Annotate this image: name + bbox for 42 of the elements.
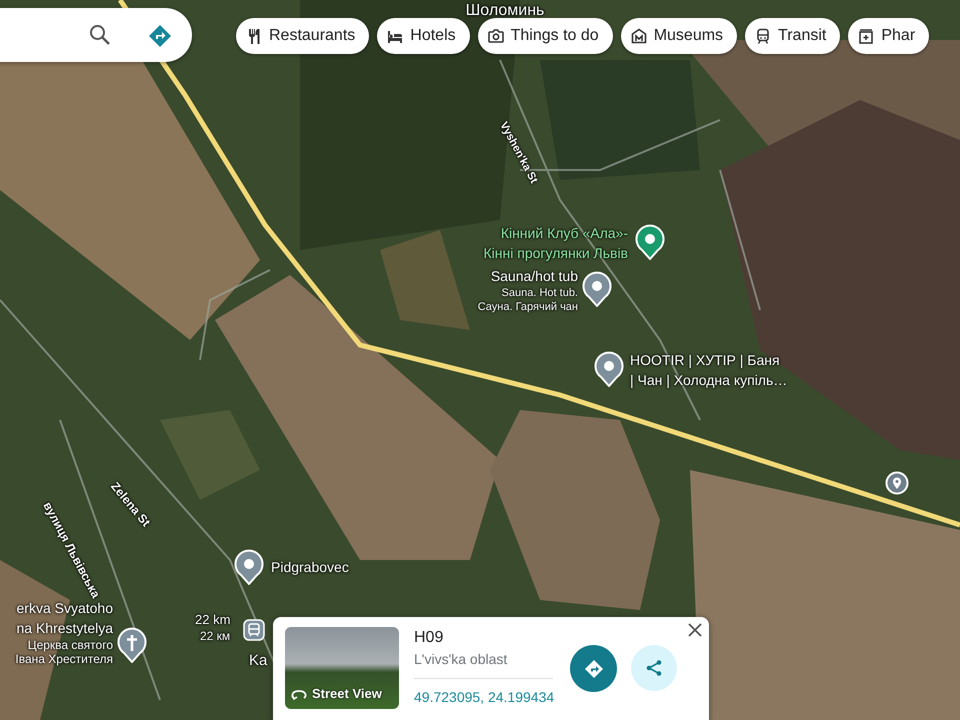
rotate-arrow-icon bbox=[291, 688, 307, 700]
place-title: H09 bbox=[414, 629, 444, 647]
search-icon[interactable] bbox=[89, 24, 111, 46]
place-pin-icon[interactable] bbox=[582, 271, 612, 307]
transit-icon bbox=[755, 28, 772, 44]
church-pin-icon[interactable] bbox=[117, 627, 147, 663]
street-view-button[interactable]: Street View bbox=[291, 686, 382, 701]
place-name[interactable]: Pidgrabovec bbox=[271, 557, 349, 577]
share-icon bbox=[645, 659, 663, 677]
place-details: Церква святого Івана Хрестителя bbox=[15, 638, 113, 666]
restaurant-icon bbox=[246, 28, 262, 44]
distance-label: 22 км bbox=[200, 630, 230, 644]
category-chip[interactable]: Things to do bbox=[478, 18, 613, 54]
distance-label: 22 km bbox=[195, 613, 230, 628]
directions-button[interactable] bbox=[570, 645, 617, 692]
directions-icon[interactable] bbox=[148, 24, 172, 48]
place-name-label: Ka bbox=[249, 652, 268, 670]
place-name[interactable]: erkva Svyatoho na Khrestytelya bbox=[16, 598, 113, 638]
category-chip[interactable]: Phar bbox=[848, 18, 930, 54]
category-chip[interactable]: Restaurants bbox=[236, 18, 370, 54]
hotel-icon bbox=[387, 28, 404, 44]
category-chip[interactable]: Transit bbox=[745, 18, 840, 54]
place-pin-icon[interactable] bbox=[234, 549, 264, 585]
place-name[interactable]: Sauna/hot tub bbox=[490, 266, 578, 286]
street-view-photo-placeholder[interactable]: Street View bbox=[285, 627, 399, 709]
place-name-label: Шоломинь bbox=[466, 2, 544, 20]
place-name[interactable]: Кінний Клуб «Ала»- Кінні прогулянки Львів bbox=[484, 223, 628, 263]
camera-icon bbox=[488, 28, 504, 44]
pharmacy-icon bbox=[858, 28, 874, 44]
search-bar[interactable] bbox=[0, 8, 192, 62]
place-name[interactable]: HOOTIR | ХУТІР | Баня | Чан | Холодна купіль… bbox=[630, 350, 788, 390]
place-pin-icon[interactable] bbox=[635, 224, 665, 260]
place-pin-icon[interactable] bbox=[594, 351, 624, 387]
share-button[interactable] bbox=[631, 645, 677, 691]
coordinates-link[interactable]: 49.723095, 24.199434 bbox=[414, 689, 554, 705]
place-details: Sauna. Hot tub. Сауна. Гарячий чан bbox=[478, 286, 578, 314]
train-station-icon[interactable] bbox=[243, 619, 265, 641]
museum-icon bbox=[630, 28, 647, 44]
place-region: L'vivs'ka oblast bbox=[414, 651, 508, 667]
directions-icon bbox=[584, 658, 604, 678]
category-chip[interactable]: Museums bbox=[620, 18, 738, 54]
category-chip[interactable]: Hotels bbox=[377, 18, 470, 54]
